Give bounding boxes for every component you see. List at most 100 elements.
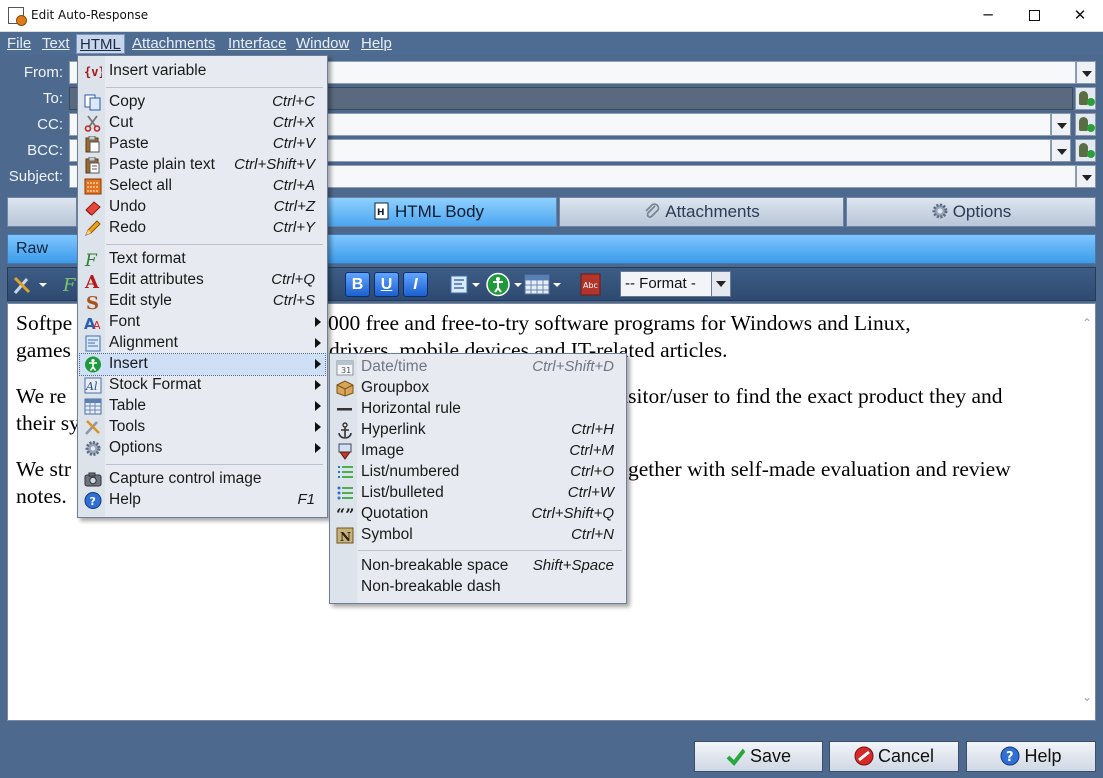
tab-options[interactable]: Options bbox=[846, 197, 1096, 227]
menu-item-redo[interactable]: Redo Ctrl+Y bbox=[80, 218, 325, 239]
menu-item-capture-control-image[interactable]: Capture control image bbox=[80, 469, 325, 490]
menu-item-text-format[interactable]: F Text format bbox=[80, 249, 325, 270]
menu-item-options[interactable]: Options bbox=[80, 438, 325, 459]
tab-attachments[interactable]: Attachments bbox=[559, 197, 844, 227]
menu-interface[interactable]: Interface bbox=[225, 34, 289, 54]
subject-label: Subject: bbox=[8, 168, 63, 185]
cancel-button-label: Cancel bbox=[877, 746, 935, 766]
tab-raw[interactable]: Raw bbox=[16, 240, 48, 258]
help-icon: ? bbox=[84, 492, 102, 509]
underline-button[interactable]: U bbox=[374, 272, 399, 297]
menu-window[interactable]: Window bbox=[293, 34, 352, 54]
submenu-arrow-icon bbox=[315, 422, 321, 432]
alignment-dropdown-button[interactable] bbox=[448, 272, 482, 297]
menu-item-cut[interactable]: Cut Ctrl+X bbox=[80, 113, 325, 134]
menu-item-help[interactable]: ? Help F1 bbox=[80, 490, 325, 511]
menu-item-quotation[interactable]: “” Quotation Ctrl+Shift+Q bbox=[332, 504, 624, 525]
svg-text:?: ? bbox=[1006, 750, 1014, 765]
window-title: Edit Auto-Response bbox=[31, 8, 149, 22]
cc-address-book-button[interactable] bbox=[1075, 113, 1096, 136]
menu-item-symbol[interactable]: N Symbol Ctrl+N bbox=[332, 525, 624, 546]
select-all-icon bbox=[84, 178, 102, 195]
close-button[interactable]: ✕ bbox=[1057, 0, 1103, 31]
menu-separator bbox=[106, 87, 323, 88]
menu-file[interactable]: File bbox=[4, 34, 34, 54]
menu-item-undo[interactable]: Undo Ctrl+Z bbox=[80, 197, 325, 218]
text-format-button[interactable]: F bbox=[62, 272, 77, 297]
menu-item-paste-plain-text[interactable]: Paste plain text Ctrl+Shift+V bbox=[80, 155, 325, 176]
from-dropdown-button[interactable] bbox=[1076, 61, 1096, 84]
paragraph-2-end: isitor/user to find the exact product th… bbox=[622, 384, 1003, 408]
menu-html[interactable]: HTML bbox=[76, 34, 125, 54]
bcc-dropdown-button[interactable] bbox=[1051, 139, 1071, 162]
help-button[interactable]: ? Help bbox=[966, 741, 1096, 772]
bcc-address-book-button[interactable] bbox=[1075, 139, 1096, 162]
menu-item-non-breakable-space[interactable]: Non-breakable space Shift+Space bbox=[332, 556, 624, 577]
tab-html-body[interactable]: H HTML Body bbox=[300, 197, 557, 227]
alignment-icon bbox=[450, 275, 480, 294]
eraser-icon bbox=[85, 201, 101, 216]
menu-attachments[interactable]: Attachments bbox=[129, 34, 218, 54]
menu-item-copy[interactable]: Copy Ctrl+C bbox=[80, 92, 325, 113]
svg-text:F: F bbox=[63, 275, 77, 296]
menu-item-list-bulleted[interactable]: List/bulleted Ctrl+W bbox=[332, 483, 624, 504]
table-icon bbox=[84, 398, 102, 415]
menu-item-font[interactable]: AA Font bbox=[80, 312, 325, 333]
menu-item-date-time[interactable]: 31 Date/time Ctrl+Shift+D bbox=[332, 357, 624, 378]
insert-dropdown-button[interactable] bbox=[486, 272, 524, 297]
tools-dropdown-button[interactable] bbox=[11, 272, 47, 297]
submenu-arrow-icon bbox=[315, 338, 321, 348]
camera-icon bbox=[84, 472, 102, 487]
copy-icon bbox=[84, 94, 101, 111]
html-menu: {v} Insert variable CopyCtrl+C CutCtrl+X… bbox=[77, 55, 328, 518]
menu-item-insert[interactable]: Insert bbox=[79, 353, 326, 376]
svg-text:N: N bbox=[340, 530, 351, 544]
subject-dropdown-button[interactable] bbox=[1076, 165, 1096, 188]
stock-format-icon: Al bbox=[84, 377, 102, 394]
bcc-label: BCC: bbox=[27, 142, 63, 159]
scroll-up-icon[interactable]: ⌃ bbox=[1080, 316, 1094, 330]
menu-item-edit-style[interactable]: S Edit style Ctrl+S bbox=[80, 291, 325, 312]
spellcheck-button[interactable]: Abc bbox=[578, 272, 603, 297]
minimize-button[interactable]: ─ bbox=[965, 0, 1011, 31]
menu-item-edit-attributes[interactable]: A Edit attributes Ctrl+Q bbox=[80, 270, 325, 291]
menu-item-list-numbered[interactable]: List/numbered Ctrl+O bbox=[332, 462, 624, 483]
tab-hidden[interactable] bbox=[7, 197, 77, 227]
bold-button[interactable]: B bbox=[345, 272, 370, 297]
italic-button[interactable]: I bbox=[403, 272, 428, 297]
menu-item-non-breakable-dash[interactable]: Non-breakable dash bbox=[332, 577, 624, 598]
menu-item-image[interactable]: Image Ctrl+M bbox=[332, 441, 624, 462]
submenu-arrow-icon bbox=[315, 443, 321, 453]
menu-item-insert-variable[interactable]: {v} Insert variable bbox=[80, 61, 325, 82]
menu-item-table[interactable]: Table bbox=[80, 396, 325, 417]
symbol-icon: N bbox=[336, 527, 354, 544]
cc-dropdown-button[interactable] bbox=[1051, 113, 1071, 136]
menu-item-select-all[interactable]: Select all Ctrl+A bbox=[80, 176, 325, 197]
scroll-down-icon[interactable]: ⌄ bbox=[1080, 690, 1094, 704]
format-select[interactable]: -- Format - bbox=[620, 271, 731, 297]
menu-item-paste[interactable]: Paste Ctrl+V bbox=[80, 134, 325, 155]
menu-help[interactable]: Help bbox=[358, 34, 395, 54]
cancel-button[interactable]: Cancel bbox=[829, 741, 959, 772]
app-icon bbox=[8, 7, 27, 26]
menu-text[interactable]: Text bbox=[39, 34, 73, 54]
menu-separator bbox=[106, 244, 323, 245]
menu-item-alignment[interactable]: Alignment bbox=[80, 333, 325, 354]
menu-item-groupbox[interactable]: Groupbox bbox=[332, 378, 624, 399]
paste-plain-icon bbox=[85, 157, 100, 174]
save-button[interactable]: Save bbox=[694, 741, 823, 772]
maximize-icon bbox=[1028, 10, 1040, 21]
menu-item-hyperlink[interactable]: Hyperlink Ctrl+H bbox=[332, 420, 624, 441]
maximize-button[interactable] bbox=[1011, 0, 1057, 31]
menu-item-tools[interactable]: Tools bbox=[80, 417, 325, 438]
to-address-book-button[interactable] bbox=[1075, 87, 1096, 110]
paragraph-3-line2: notes. bbox=[16, 484, 67, 508]
to-label: To: bbox=[42, 90, 63, 107]
table-dropdown-button[interactable] bbox=[523, 272, 563, 297]
svg-text:?: ? bbox=[90, 495, 96, 508]
svg-text:H: H bbox=[377, 208, 385, 218]
menu-item-horizontal-rule[interactable]: Horizontal rule bbox=[332, 399, 624, 420]
pencil-icon bbox=[85, 220, 101, 236]
quote-icon: “” bbox=[336, 506, 354, 523]
menu-item-stock-format[interactable]: Al Stock Format bbox=[80, 375, 325, 396]
